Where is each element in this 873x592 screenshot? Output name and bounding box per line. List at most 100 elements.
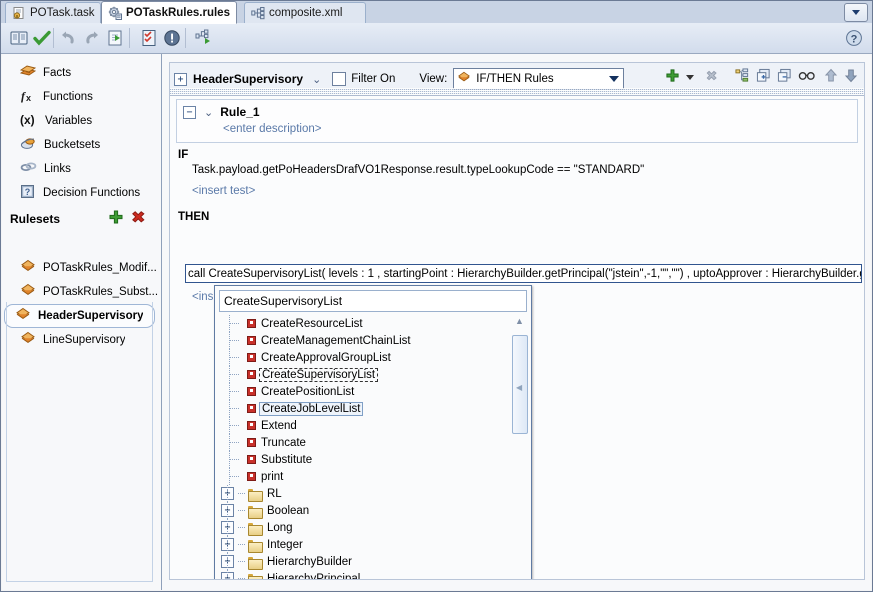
expand-ruleset-button[interactable]: + bbox=[174, 73, 187, 86]
sidebar-item-label: Links bbox=[44, 163, 71, 175]
method-leaf-icon bbox=[247, 438, 256, 447]
list-item-folder[interactable]: + HierarchyPrincipal bbox=[219, 570, 527, 579]
expand-node-button[interactable]: + bbox=[221, 521, 234, 534]
autocomplete-input[interactable]: CreateSupervisoryList bbox=[219, 290, 527, 312]
rule-action-input[interactable]: call CreateSupervisoryList( levels : 1 ,… bbox=[185, 264, 862, 283]
view-select[interactable]: IF/THEN Rules bbox=[453, 68, 624, 90]
list-item-folder[interactable]: + Integer bbox=[219, 536, 527, 553]
arrow-up-icon[interactable] bbox=[824, 68, 838, 86]
undo-icon bbox=[58, 28, 78, 48]
sidebar-item-label: Facts bbox=[43, 67, 71, 79]
tree-view-button[interactable] bbox=[735, 68, 750, 86]
list-item[interactable]: Truncate bbox=[219, 434, 527, 451]
list-item-selected[interactable]: CreateJobLevelList bbox=[219, 400, 527, 417]
sidebar-item-variables[interactable]: (x) Variables bbox=[2, 109, 161, 133]
export-icon[interactable] bbox=[106, 28, 126, 48]
glasses-icon[interactable] bbox=[798, 69, 816, 85]
list-item-label: Substitute bbox=[261, 454, 312, 466]
list-item-folder[interactable]: + Long bbox=[219, 519, 527, 536]
list-item-folder[interactable]: + HierarchyBuilder bbox=[219, 553, 527, 570]
method-leaf-icon bbox=[247, 387, 256, 396]
if-keyword: IF bbox=[178, 149, 864, 161]
insert-action-link[interactable]: <ins bbox=[192, 291, 213, 303]
expand-node-button[interactable]: + bbox=[221, 487, 234, 500]
tree-connector-icon bbox=[238, 578, 245, 579]
autocomplete-list[interactable]: CreateResourceList CreateManagementChain… bbox=[219, 315, 527, 579]
expand-node-button[interactable]: + bbox=[221, 538, 234, 551]
validate-check-icon[interactable] bbox=[32, 28, 52, 48]
insert-test-link[interactable]: <insert test> bbox=[192, 185, 864, 197]
tab-overflow-button[interactable] bbox=[844, 3, 868, 22]
rule-description-placeholder[interactable]: <enter description> bbox=[223, 123, 851, 135]
tree-connector-icon bbox=[229, 349, 247, 366]
add-plus-icon[interactable] bbox=[108, 209, 124, 228]
sidebar-item-label: Variables bbox=[45, 115, 92, 127]
filter-label: Filter On bbox=[351, 73, 395, 85]
list-item-folder[interactable]: + RL bbox=[219, 485, 527, 502]
expand-node-button[interactable]: + bbox=[221, 572, 234, 579]
deploy-icon[interactable] bbox=[194, 28, 214, 48]
rule-chevron-icon[interactable]: ⌄ bbox=[204, 106, 212, 119]
composite-file-icon bbox=[251, 6, 265, 20]
expand-node-button[interactable]: + bbox=[221, 504, 234, 517]
chevron-up-icon[interactable]: ▲ bbox=[513, 315, 526, 327]
list-item-folder[interactable]: + Boolean bbox=[219, 502, 527, 519]
list-item[interactable]: Substitute bbox=[219, 451, 527, 468]
list-item[interactable]: Extend bbox=[219, 417, 527, 434]
tab-potaskrules-rules[interactable]: POTaskRules.rules bbox=[101, 1, 237, 24]
add-rule-button[interactable] bbox=[665, 68, 680, 86]
tree-connector-icon bbox=[229, 417, 247, 434]
expand-all-button[interactable] bbox=[756, 68, 771, 86]
list-item-focused[interactable]: CreateSupervisoryList bbox=[219, 366, 527, 383]
ruleset-chevron-icon[interactable]: ⌄ bbox=[312, 73, 320, 86]
tree-connector-icon bbox=[229, 400, 247, 417]
functions-fx-icon: f x bbox=[20, 88, 36, 106]
arrow-down-icon[interactable] bbox=[844, 68, 858, 86]
help-question-icon[interactable]: ? bbox=[844, 28, 864, 48]
delete-x-icon[interactable] bbox=[131, 209, 147, 228]
list-item[interactable]: CreateApprovalGroupList bbox=[219, 349, 527, 366]
sidebar-item-potaskrules-subst[interactable]: POTaskRules_Subst... bbox=[2, 280, 161, 304]
list-item-label: CreateApprovalGroupList bbox=[261, 352, 391, 364]
sidebar-item-links[interactable]: Links bbox=[2, 157, 161, 181]
filter-checkbox[interactable] bbox=[332, 72, 346, 86]
view-label: View: bbox=[419, 73, 447, 85]
rule-name[interactable]: Rule_1 bbox=[220, 105, 259, 119]
facts-icon bbox=[20, 64, 36, 82]
folder-icon bbox=[248, 488, 262, 500]
filter-on-control[interactable]: Filter On bbox=[332, 72, 395, 86]
expand-node-button[interactable]: + bbox=[221, 555, 234, 568]
add-rule-dropdown-arrow[interactable] bbox=[686, 75, 694, 80]
sidebar-item-facts[interactable]: Facts bbox=[2, 61, 161, 85]
rule-condition[interactable]: Task.payload.getPoHeadersDrafVO1Response… bbox=[192, 164, 864, 176]
checklist-icon[interactable] bbox=[139, 28, 159, 48]
list-item[interactable]: CreateResourceList bbox=[219, 315, 527, 332]
rules-main-panel: + HeaderSupervisory ⌄ Filter On View: IF bbox=[162, 54, 871, 590]
sidebar-item-functions[interactable]: f x Functions bbox=[2, 85, 161, 109]
tree-connector-icon bbox=[238, 510, 245, 511]
sidebar-item-bucketsets[interactable]: Bucketsets bbox=[2, 133, 161, 157]
rule-header-row: − ⌄ Rule_1 bbox=[183, 105, 851, 119]
scrollbar-thumb[interactable]: ◀ bbox=[512, 335, 528, 434]
tab-composite-xml[interactable]: composite.xml bbox=[244, 2, 366, 23]
method-leaf-icon bbox=[247, 336, 256, 345]
sidebar-item-label: Bucketsets bbox=[44, 139, 100, 151]
autocomplete-scrollbar[interactable]: ▲ ◀ ▼ bbox=[512, 315, 527, 579]
collapse-rule-button[interactable]: − bbox=[183, 106, 196, 119]
delete-rule-button[interactable] bbox=[704, 68, 719, 86]
task-file-icon bbox=[12, 6, 26, 20]
list-item[interactable]: CreateManagementChainList bbox=[219, 332, 527, 349]
collapse-all-button[interactable] bbox=[777, 68, 792, 86]
dictionary-icon[interactable] bbox=[9, 28, 29, 48]
tab-potask-task[interactable]: POTask.task bbox=[5, 2, 101, 23]
info-icon[interactable] bbox=[162, 28, 182, 48]
list-item[interactable]: CreatePositionList bbox=[219, 383, 527, 400]
list-item[interactable]: print bbox=[219, 468, 527, 485]
ruleset-editor: + HeaderSupervisory ⌄ Filter On View: IF bbox=[169, 62, 865, 580]
sidebar-item-potaskrules-modif[interactable]: POTaskRules_Modif... bbox=[2, 256, 161, 280]
tree-connector-icon bbox=[238, 527, 245, 528]
sidebar-item-decision-functions[interactable]: ? Decision Functions bbox=[2, 181, 161, 205]
list-item-label: CreateManagementChainList bbox=[261, 335, 411, 347]
bucketsets-icon bbox=[20, 136, 37, 154]
tree-connector-icon bbox=[229, 468, 247, 485]
